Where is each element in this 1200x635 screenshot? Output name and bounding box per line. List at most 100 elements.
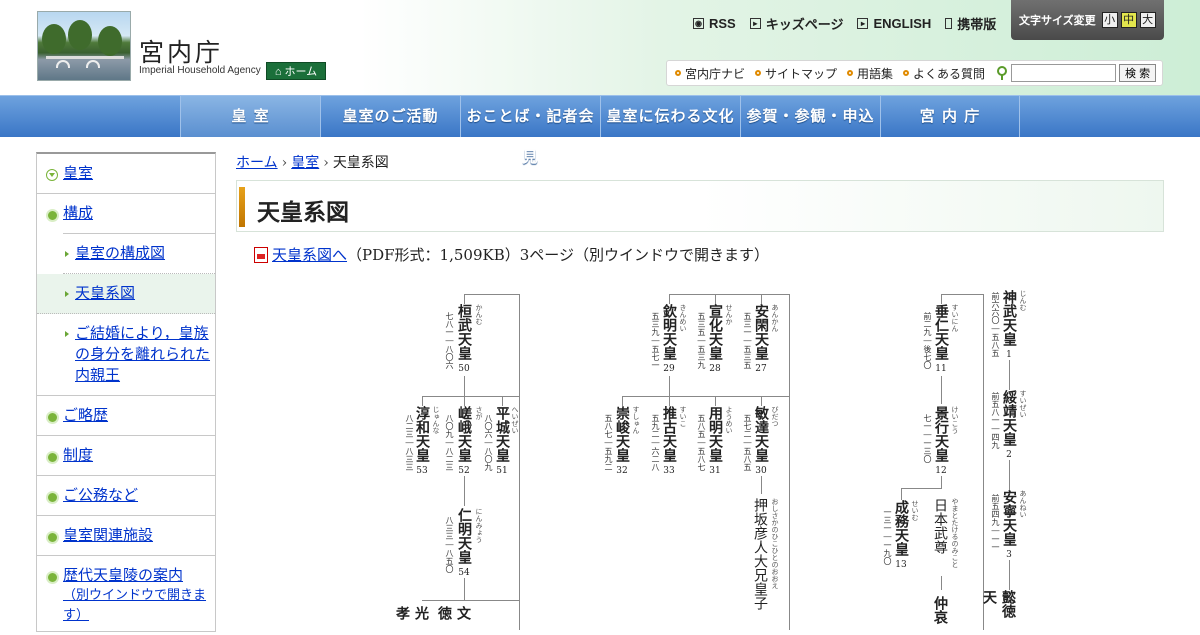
search-input[interactable] (1011, 64, 1117, 82)
bullet-icon (46, 571, 59, 584)
emperor-ruby: へいぜい (511, 406, 519, 434)
sidebar-item-label: ご公務など (63, 486, 139, 504)
english-link[interactable]: ▸ ENGLISH (857, 14, 931, 33)
emperor-name: 神武天皇 (1001, 290, 1017, 346)
emperor-name: 嵯峨天皇 (456, 406, 472, 462)
breadcrumb-imperial-family[interactable]: 皇室 (291, 155, 319, 171)
emperor-ruby: じんむ (1019, 290, 1027, 311)
sidebar-item-biography[interactable]: ご略歴 (37, 396, 215, 436)
bullet-icon (46, 411, 59, 424)
sidebar-item-facilities[interactable]: 皇室関連施設 (37, 516, 215, 556)
expand-icon (46, 169, 58, 181)
kids-page-label: キッズページ (765, 17, 844, 32)
glossary-link[interactable]: 用語集 (847, 65, 893, 82)
emperor-montoku-partial: 文徳 (436, 606, 471, 620)
sidebar-item-label: 皇室 (63, 164, 94, 182)
emperor-years: 八〇九―八二三 (445, 414, 454, 471)
sidebar-subitem-family-chart[interactable]: 皇室の構成図 (63, 233, 215, 274)
sidebar-item-label: 皇室関連施設 (63, 526, 154, 544)
font-size-large-button[interactable]: 大 (1139, 12, 1156, 28)
bullet-icon (46, 531, 59, 544)
sidebar-item-label: 歴代天皇陵の案内 (63, 566, 184, 584)
faq-link[interactable]: よくある質問 (903, 65, 985, 82)
emperor-name: 成務天皇 (893, 500, 909, 556)
emperor-suiko: 推古天皇 33 (661, 406, 677, 479)
bullet-icon (46, 209, 59, 222)
logo-photo-image[interactable] (37, 11, 131, 81)
emperor-years: 五八五―五八七 (697, 414, 706, 471)
sidebar-item-duties[interactable]: ご公務など (37, 476, 215, 516)
nav-item-activities[interactable]: 皇室のご活動 (320, 96, 460, 137)
font-size-small-button[interactable]: 小 (1101, 12, 1118, 28)
kids-page-link[interactable]: ▸ キッズページ (749, 14, 844, 33)
pdf-download-line: 天皇系図へ （PDF形式：1,509KB）3ページ（別ウインドウで開きます） (254, 244, 769, 265)
emperor-years: 七八一―八〇六 (445, 312, 454, 369)
emperor-ankan: 安閑天皇 27 (753, 304, 769, 377)
sidebar-subitem-princesses[interactable]: ご結婚により，皇族の身分を離れられた内親王 (37, 314, 215, 396)
emperor-ruby: けいこう (951, 406, 959, 434)
emperor-years: 八〇六―八〇九 (484, 414, 493, 471)
nav-item-addresses[interactable]: おことば・記者会見 (460, 96, 600, 166)
emperor-number: 28 (709, 364, 721, 374)
home-button[interactable]: ⌂ ホーム (266, 62, 326, 80)
emperor-jinmu: 神武天皇 1 (1001, 290, 1017, 363)
emperor-kinmei: 欽明天皇 29 (661, 304, 677, 377)
sidebar-item-imperial-family[interactable]: 皇室 (37, 154, 215, 194)
emperor-number: 52 (458, 466, 470, 476)
home-icon: ⌂ (274, 66, 285, 78)
emperor-name: 淳和天皇 (414, 406, 430, 462)
title-accent-bar (239, 187, 245, 227)
emperor-ruby: かんむ (475, 304, 483, 325)
agency-navi-link[interactable]: 宮内庁ナビ (675, 65, 745, 82)
emperor-number: 33 (663, 466, 675, 476)
emperor-name: 宣化天皇 (707, 304, 723, 360)
emperor-name: 安寧天皇 (1001, 490, 1017, 546)
sidebar-item-system[interactable]: 制度 (37, 436, 215, 476)
emperor-annei: 安寧天皇 3 (1001, 490, 1017, 563)
pdf-info: （PDF形式：1,509KB）3ページ（別ウインドウで開きます） (347, 246, 769, 264)
emperor-number: 31 (709, 466, 721, 476)
sidebar-subitem-genealogy[interactable]: 天皇系図 (37, 274, 215, 314)
search-button[interactable]: 検 索 (1119, 64, 1157, 82)
sidebar-item-label: 構成 (63, 204, 94, 222)
emperor-itoku-partial: 懿徳天 (981, 590, 1016, 618)
emperor-ruby: せんか (725, 304, 733, 325)
emperor-number: 32 (616, 466, 628, 476)
emperor-ruby: にんみょう (475, 508, 483, 543)
home-label: ホーム (284, 66, 318, 78)
person-ruby: やまとたけるのみこと (951, 498, 959, 568)
emperor-years: 五七二―五八五 (743, 414, 752, 471)
mobile-link[interactable]: 携帯版 (945, 14, 996, 33)
emperor-years: 五三五―五三九 (697, 312, 706, 369)
breadcrumb-separator: › (281, 155, 288, 171)
pdf-icon (254, 246, 268, 263)
emperor-suinin: 垂仁天皇 11 (933, 304, 949, 377)
rss-icon: ◉ (693, 18, 704, 29)
breadcrumb-home[interactable]: ホーム (236, 155, 278, 171)
nav-item-culture[interactable]: 皇室に伝わる文化 (600, 96, 740, 137)
sidebar-item-mausoleums[interactable]: 歴代天皇陵の案内 （別ウインドウで開きます） (37, 556, 215, 635)
emperor-ninmyo: 仁明天皇 54 (456, 508, 472, 581)
emperor-ruby: すしゅん (632, 406, 640, 434)
emperor-chuai-partial: 仲哀 (932, 596, 948, 624)
genealogy-chart: かんむ 桓武天皇 50 七八一―八〇六 じゅんな 淳和天皇 53 八二三―八三三 さ… (236, 280, 1164, 630)
emperor-name: 推古天皇 (661, 406, 677, 462)
emperor-name: 安閑天皇 (753, 304, 769, 360)
sitemap-link[interactable]: サイトマップ (755, 65, 837, 82)
top-links: ◉ RSS ▸ キッズページ ▸ ENGLISH 携帯版 (693, 14, 1010, 33)
site-title[interactable]: 宮内庁 (139, 33, 223, 69)
emperor-yomei: 用明天皇 31 (707, 406, 723, 479)
search-icon (997, 66, 1008, 80)
rss-link[interactable]: ◉ RSS (693, 14, 736, 33)
bullet-icon (903, 70, 910, 76)
emperor-number: 30 (755, 466, 767, 476)
sidebar-item-composition[interactable]: 構成 (37, 194, 215, 233)
nav-item-visits[interactable]: 参賀・参観・申込 (740, 96, 880, 137)
font-size-medium-button[interactable]: 中 (1120, 12, 1137, 28)
nav-item-imperial-family[interactable]: 皇 室 (180, 96, 320, 137)
pdf-link[interactable]: 天皇系図へ (272, 244, 347, 265)
emperor-number: 29 (663, 364, 675, 374)
glossary-label: 用語集 (857, 66, 894, 81)
nav-item-agency[interactable]: 宮 内 庁 (880, 96, 1020, 137)
site-subtitle: Imperial Household Agency (139, 65, 261, 76)
